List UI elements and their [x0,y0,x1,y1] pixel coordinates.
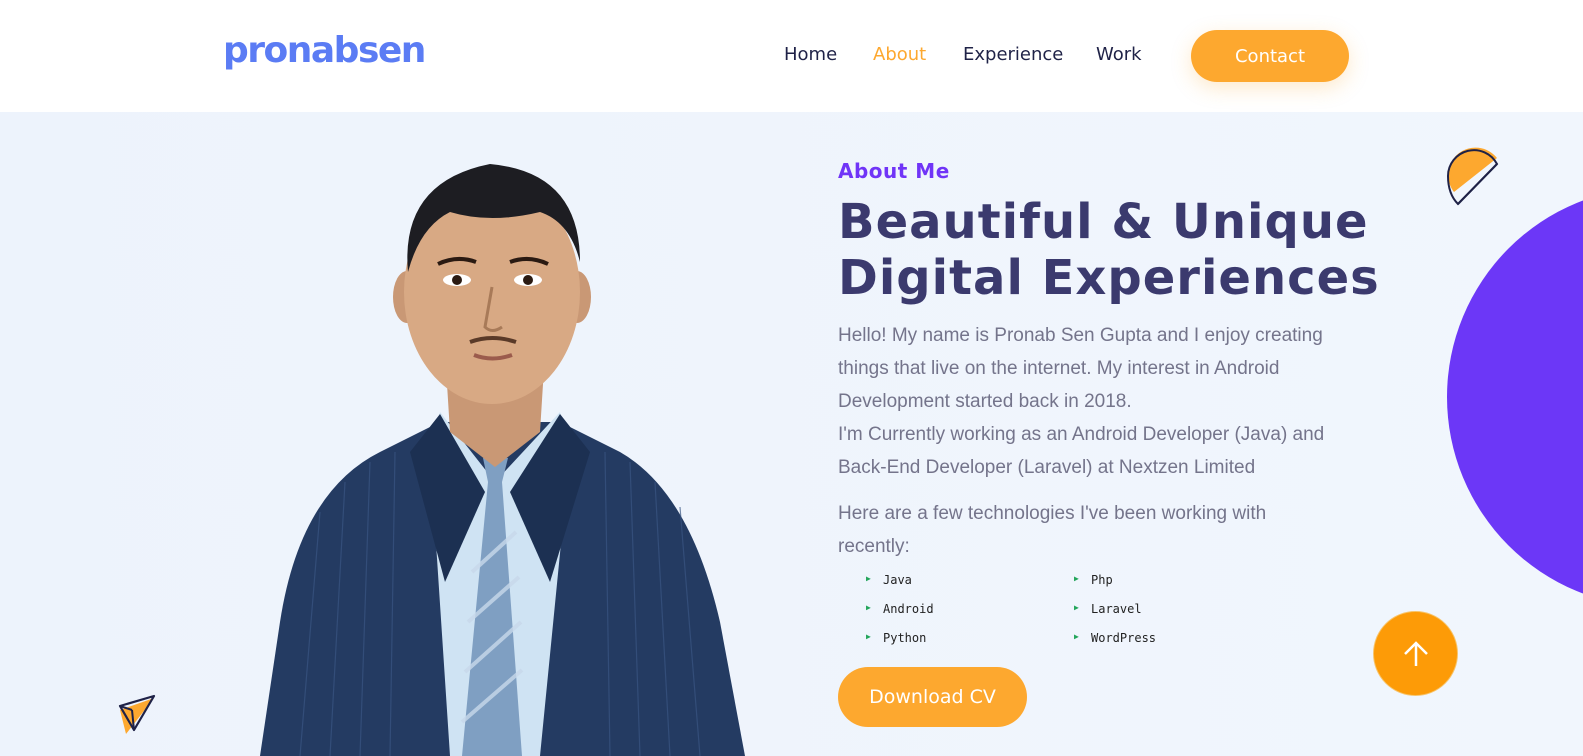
headline-line-1: Beautiful & Unique [838,194,1369,250]
half-circle-shape-icon [1446,147,1499,206]
list-item: ▶ Php [1074,572,1282,589]
technology-label: Java [883,573,912,587]
triangle-bullet-icon: ▶ [1074,632,1079,641]
page-title: Beautiful & Unique Digital Experiences [838,194,1398,306]
triangle-bullet-icon: ▶ [1074,574,1079,583]
arrow-up-icon [1403,640,1428,666]
intro-paragraph-2: I'm Currently working as an Android Deve… [838,424,1325,478]
list-item: ▶ WordPress [1074,630,1282,647]
list-item: ▶ Python [866,630,1074,647]
contact-button[interactable]: Contact [1191,30,1349,82]
technology-label: Android [883,602,934,616]
triangle-bullet-icon: ▶ [866,632,871,641]
intro-paragraph-1: Hello! My name is Pronab Sen Gupta and I… [838,325,1323,412]
technology-label: Laravel [1091,602,1142,616]
triangle-bullet-icon: ▶ [866,574,871,583]
nav-experience[interactable]: Experience [963,44,1063,65]
nav-home[interactable]: Home [784,44,837,65]
list-item: ▶ Android [866,601,1074,618]
site-header: pronabsen Home About Experience Work Con… [0,0,1583,112]
site-logo[interactable]: pronabsen [223,30,426,71]
nav-about[interactable]: About [873,44,926,65]
about-section: About Me Beautiful & Unique Digital Expe… [0,112,1583,756]
nav-work[interactable]: Work [1096,44,1142,65]
list-item: ▶ Laravel [1074,601,1282,618]
profile-photo [260,164,745,756]
technology-label: WordPress [1091,631,1157,645]
technologies-intro: Here are a few technologies I've been wo… [838,503,1267,557]
list-item: ▶ Java [866,572,1074,589]
headline-line-2: Digital Experiences [838,250,1380,306]
paper-plane-shape-icon [118,694,156,734]
technology-label: Python [883,631,927,645]
technologies-list: ▶ Java ▶ Php ▶ Android ▶ Laravel ▶ Python ▶ Wo… [866,572,1286,647]
download-cv-button[interactable]: Download CV [838,667,1027,727]
technology-label: Php [1091,573,1113,587]
scroll-to-top-button[interactable] [1373,611,1458,696]
intro-text: Hello! My name is Pronab Sen Gupta and I… [838,319,1338,484]
section-label: About Me [838,159,950,183]
triangle-bullet-icon: ▶ [866,603,871,612]
triangle-bullet-icon: ▶ [1074,603,1079,612]
decorative-circle [1447,187,1583,607]
